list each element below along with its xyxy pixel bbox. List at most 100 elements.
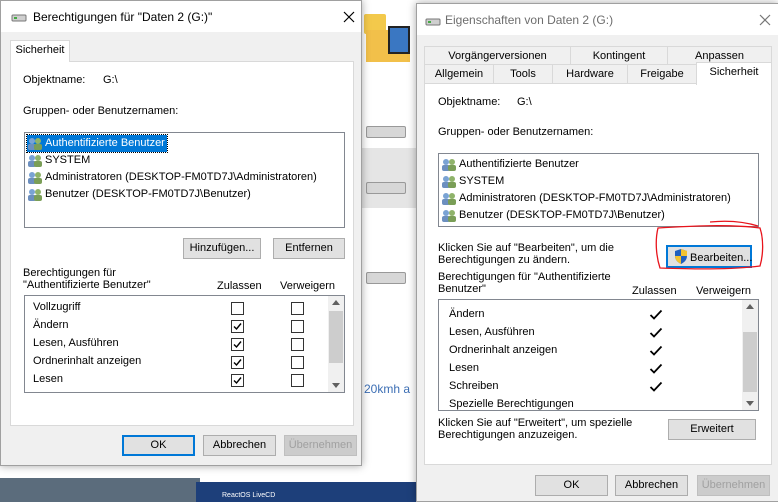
users-group-icon xyxy=(27,137,43,150)
advanced-hint: Klicken Sie auf "Erweitert", um speziell… xyxy=(438,417,633,441)
permissions-for-label: Berechtigungen für "Authentifizierte Ben… xyxy=(438,271,611,295)
list-item-user-0[interactable]: Authentifizierte Benutzer xyxy=(26,134,168,153)
tab-tools[interactable]: Tools xyxy=(493,64,553,84)
groups-label: Gruppen- oder Benutzernamen: xyxy=(438,126,594,138)
tab-hardware[interactable]: Hardware xyxy=(552,64,628,84)
permission-row: Lesen xyxy=(439,360,739,378)
users-listbox[interactable]: Authentifizierte Benutzer SYSTEM Adminis… xyxy=(438,153,759,227)
object-name-value: G:\ xyxy=(103,74,118,86)
column-allow: Zulassen xyxy=(217,280,262,292)
permissions-scrollbar[interactable] xyxy=(742,300,758,410)
permission-row: Ordnerinhalt anzeigen xyxy=(439,342,739,360)
add-button[interactable]: Hinzufügen... xyxy=(183,238,261,259)
ok-button[interactable]: OK xyxy=(122,435,195,456)
permission-name: Lesen xyxy=(33,373,63,385)
user-name: Administratoren (DESKTOP-FM0TD7J\Adminis… xyxy=(45,171,317,183)
user-name: SYSTEM xyxy=(459,175,505,187)
permission-deny-checkbox[interactable] xyxy=(291,338,304,351)
scroll-up-icon[interactable] xyxy=(332,300,340,305)
users-group-icon xyxy=(441,175,457,188)
cancel-button[interactable]: Abbrechen xyxy=(615,475,688,496)
tab-security[interactable]: Sicherheit xyxy=(696,62,772,85)
permission-deny-checkbox[interactable] xyxy=(291,320,304,333)
window-title: Berechtigungen für "Daten 2 (G:)" xyxy=(33,10,213,24)
drive-icon xyxy=(366,266,410,286)
list-item-user-0[interactable]: Authentifizierte Benutzer xyxy=(441,156,579,173)
list-item-user-3[interactable]: Benutzer (DESKTOP-FM0TD7J\Benutzer) xyxy=(27,186,251,203)
object-name-label: Objektname: xyxy=(23,74,86,86)
list-item-user-3[interactable]: Benutzer (DESKTOP-FM0TD7J\Benutzer) xyxy=(441,207,665,224)
permission-name: Lesen, Ausführen xyxy=(449,326,535,338)
user-name: Benutzer (DESKTOP-FM0TD7J\Benutzer) xyxy=(45,188,251,200)
users-group-icon xyxy=(441,192,457,205)
permissions-titlebar: Berechtigungen für "Daten 2 (G:)" xyxy=(1,1,361,32)
list-item-user-2[interactable]: Administratoren (DESKTOP-FM0TD7J\Adminis… xyxy=(27,169,317,186)
list-item-user-1[interactable]: SYSTEM xyxy=(441,173,504,190)
permission-row: Lesen, Ausführen xyxy=(25,336,325,354)
permission-allow-checkbox[interactable] xyxy=(231,320,244,333)
groups-label: Gruppen- oder Benutzernamen: xyxy=(23,105,179,117)
permissions-list[interactable]: Ändern Lesen, Ausführen Ordnerinhalt anzei… xyxy=(438,299,759,411)
close-icon[interactable] xyxy=(759,14,771,26)
scroll-down-icon[interactable] xyxy=(332,383,340,388)
remove-button[interactable]: Entfernen xyxy=(273,238,345,259)
background-text: 20kmh a xyxy=(364,382,411,396)
explorer-background xyxy=(358,0,418,502)
permissions-scrollbar[interactable] xyxy=(328,296,344,392)
list-item-user-1[interactable]: SYSTEM xyxy=(27,152,90,169)
security-panel: Objektname: G:\ Gruppen- oder Benutzerna… xyxy=(424,83,772,465)
security-panel: Objektname: G:\ Gruppen- oder Benutzerna… xyxy=(10,61,354,426)
users-listbox[interactable]: Authentifizierte Benutzer SYSTEM Adminis… xyxy=(24,132,345,228)
background-image-strip xyxy=(0,478,200,502)
permission-allow-checkbox[interactable] xyxy=(231,302,244,315)
column-deny: Verweigern xyxy=(280,280,336,292)
permission-name: Schreiben xyxy=(449,380,499,392)
permissions-dialog: Berechtigungen für "Daten 2 (G:)" Sicher… xyxy=(0,0,362,466)
tab-quota[interactable]: Kontingent xyxy=(570,46,668,66)
scrollbar-thumb[interactable] xyxy=(743,332,757,392)
permission-deny-checkbox[interactable] xyxy=(291,356,304,369)
video-folder-icon xyxy=(366,24,412,64)
users-group-icon xyxy=(27,154,43,167)
tab-sharing[interactable]: Freigabe xyxy=(627,64,697,84)
ok-button[interactable]: OK xyxy=(535,475,608,496)
permission-deny-checkbox[interactable] xyxy=(291,374,304,387)
scroll-up-icon[interactable] xyxy=(746,304,754,309)
permission-row: Lesen, Ausführen xyxy=(439,324,739,342)
tab-security[interactable]: Sicherheit xyxy=(10,40,70,62)
users-group-icon xyxy=(441,158,457,171)
scrollbar-thumb[interactable] xyxy=(329,311,343,363)
user-name: SYSTEM xyxy=(45,154,91,166)
user-name: Authentifizierte Benutzer xyxy=(45,137,165,149)
permission-name: Lesen, Ausführen xyxy=(33,337,119,349)
annotation-highlight xyxy=(655,220,764,270)
users-group-icon xyxy=(27,188,43,201)
cancel-button[interactable]: Abbrechen xyxy=(203,435,276,456)
permission-allow-checkbox[interactable] xyxy=(231,338,244,351)
permission-name: Ändern xyxy=(33,319,69,331)
permission-row: Lesen xyxy=(25,372,325,390)
tab-general[interactable]: Allgemein xyxy=(424,64,494,84)
permission-deny-checkbox[interactable] xyxy=(291,302,304,315)
properties-titlebar: Eigenschaften von Daten 2 (G:) xyxy=(417,4,778,35)
scroll-down-icon[interactable] xyxy=(746,401,754,406)
permission-allow-checkbox[interactable] xyxy=(231,374,244,387)
drive-icon xyxy=(366,120,410,140)
users-group-icon xyxy=(27,171,43,184)
object-name-label: Objektname: xyxy=(438,96,501,108)
close-icon[interactable] xyxy=(343,11,355,23)
checkmark-icon xyxy=(649,326,663,340)
drive-icon xyxy=(11,14,27,22)
drive-icon xyxy=(425,18,441,26)
background-taskbar: ReactOS LiveCD xyxy=(196,482,416,502)
checkmark-icon xyxy=(649,308,663,322)
user-name: Authentifizierte Benutzer xyxy=(459,158,579,170)
permission-allow-checkbox[interactable] xyxy=(231,356,244,369)
apply-button[interactable]: Übernehmen xyxy=(284,435,357,456)
permissions-list[interactable]: Vollzugriff Ändern Lesen, Ausführen Ordneri… xyxy=(24,295,345,393)
advanced-button[interactable]: Erweitert xyxy=(668,419,756,440)
list-item-user-2[interactable]: Administratoren (DESKTOP-FM0TD7J\Adminis… xyxy=(441,190,731,207)
apply-button[interactable]: Übernehmen xyxy=(697,475,770,496)
window-title: Eigenschaften von Daten 2 (G:) xyxy=(445,13,614,27)
tab-previous-versions[interactable]: Vorgängerversionen xyxy=(424,46,571,66)
